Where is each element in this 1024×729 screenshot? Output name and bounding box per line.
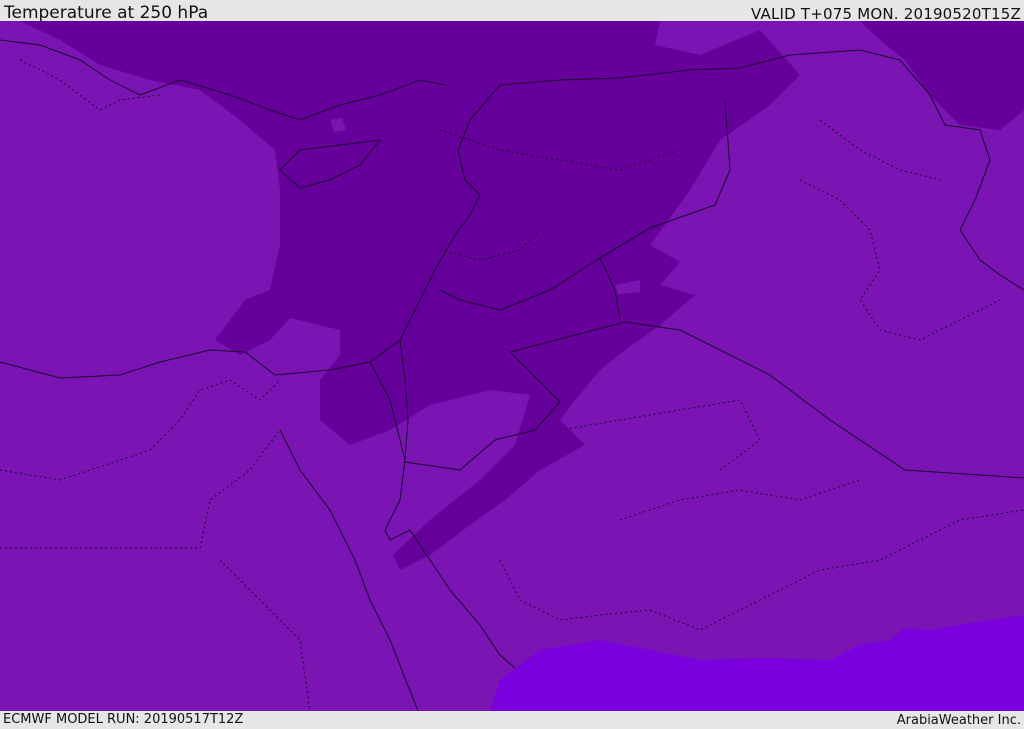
valid-time-label: VALID T+075 MON. 20190520T15Z (751, 5, 1021, 23)
weather-map (0, 21, 1024, 711)
model-run-label: ECMWF MODEL RUN: 20190517T12Z (3, 712, 244, 727)
header-bar: Temperature at 250 hPa VALID T+075 MON. … (0, 0, 1024, 23)
footer-bar: ECMWF MODEL RUN: 20190517T12Z ArabiaWeat… (0, 711, 1024, 729)
credit-label: ArabiaWeather Inc. (896, 713, 1021, 728)
map-title: Temperature at 250 hPa (4, 3, 209, 23)
map-canvas (0, 21, 1024, 711)
